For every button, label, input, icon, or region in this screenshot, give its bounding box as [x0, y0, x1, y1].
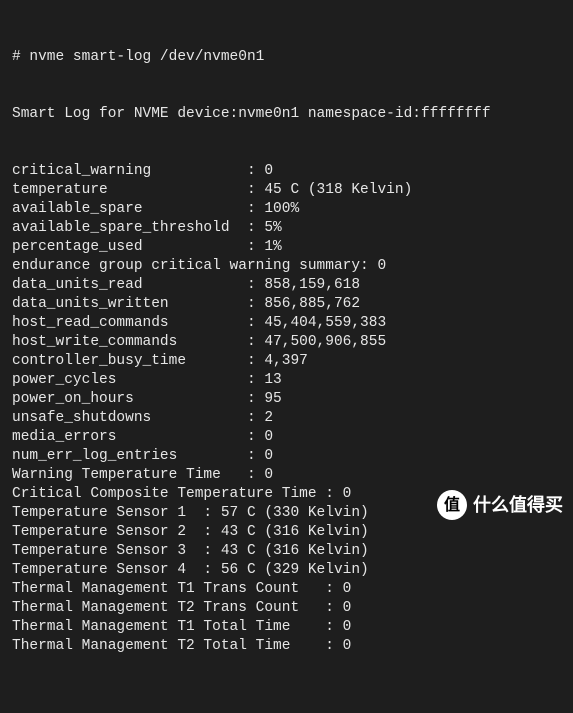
smart-log-row: Thermal Management T1 Total Time : 0	[12, 618, 561, 637]
smart-log-row: available_spare_threshold : 5%	[12, 219, 561, 238]
watermark-icon: 值	[437, 490, 467, 520]
smart-log-row: temperature : 45 C (318 Kelvin)	[12, 181, 561, 200]
terminal-output: # nvme smart-log /dev/nvme0n1 Smart Log …	[0, 0, 573, 530]
smart-log-row: num_err_log_entries : 0	[12, 447, 561, 466]
watermark-text: 什么值得买	[473, 496, 563, 515]
smart-log-row: data_units_written : 856,885,762	[12, 295, 561, 314]
smart-log-row: Thermal Management T2 Total Time : 0	[12, 637, 561, 656]
smart-log-row: controller_busy_time : 4,397	[12, 352, 561, 371]
smart-log-row: critical_warning : 0	[12, 162, 561, 181]
smart-log-row: power_cycles : 13	[12, 371, 561, 390]
smart-log-row: endurance group critical warning summary…	[12, 257, 561, 276]
watermark-badge: 值 什么值得买	[437, 490, 563, 520]
smart-log-row: Thermal Management T1 Trans Count : 0	[12, 580, 561, 599]
smart-log-row: Temperature Sensor 2 : 43 C (316 Kelvin)	[12, 523, 561, 542]
smart-log-row: host_read_commands : 45,404,559,383	[12, 314, 561, 333]
smart-log-row: Temperature Sensor 3 : 43 C (316 Kelvin)	[12, 542, 561, 561]
command-line: # nvme smart-log /dev/nvme0n1	[12, 48, 561, 67]
smart-log-row: percentage_used : 1%	[12, 238, 561, 257]
smart-log-row: unsafe_shutdowns : 2	[12, 409, 561, 428]
smart-log-row: Thermal Management T2 Trans Count : 0	[12, 599, 561, 618]
smart-log-row: host_write_commands : 47,500,906,855	[12, 333, 561, 352]
smart-log-row: available_spare : 100%	[12, 200, 561, 219]
smart-log-rows: critical_warning : 0temperature : 45 C (…	[12, 162, 561, 656]
smart-log-row: Warning Temperature Time : 0	[12, 466, 561, 485]
smart-log-row: power_on_hours : 95	[12, 390, 561, 409]
smart-log-row: Temperature Sensor 4 : 56 C (329 Kelvin)	[12, 561, 561, 580]
smart-log-header: Smart Log for NVME device:nvme0n1 namesp…	[12, 105, 561, 124]
smart-log-row: media_errors : 0	[12, 428, 561, 447]
smart-log-row: data_units_read : 858,159,618	[12, 276, 561, 295]
